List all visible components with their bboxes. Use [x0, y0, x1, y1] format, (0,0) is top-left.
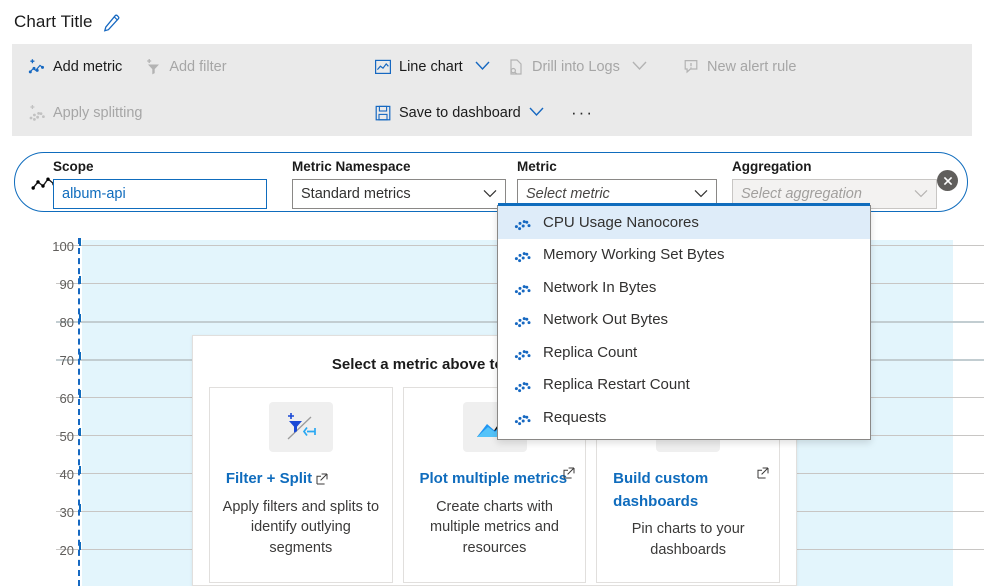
- metric-scatter-icon: [514, 376, 531, 393]
- close-circle-icon[interactable]: [937, 170, 958, 191]
- more-commands-button[interactable]: ···: [563, 99, 602, 127]
- drill-logs-icon: [507, 58, 525, 76]
- y-axis-tick-label: 80: [59, 315, 74, 330]
- apply-splitting-button[interactable]: Apply splitting: [18, 97, 152, 129]
- scope-input[interactable]: album-api: [53, 179, 267, 209]
- pencil-icon[interactable]: [102, 13, 121, 32]
- metric-scatter-icon: [514, 279, 531, 296]
- card-link-label: Build custom dashboards: [613, 470, 709, 510]
- card-link-label: Filter + Split: [225, 470, 313, 487]
- metric-option-label: Replica Count: [543, 343, 638, 361]
- y-axis-tick-label: 90: [59, 277, 74, 292]
- apply-splitting-label: Apply splitting: [53, 105, 143, 121]
- time-marker-dashed-line: [78, 238, 80, 586]
- y-axis-tick-label: 20: [59, 543, 74, 558]
- aggregation-label: Aggregation: [732, 159, 812, 174]
- aggregation-value: Select aggregation: [741, 186, 862, 202]
- save-icon: [374, 104, 392, 122]
- chevron-down-icon: [483, 186, 497, 202]
- metric-scatter-icon: [514, 344, 531, 361]
- new-alert-rule-label: New alert rule: [707, 59, 797, 75]
- add-filter-button[interactable]: Add filter: [134, 51, 236, 83]
- drill-into-logs-label: Drill into Logs: [532, 59, 620, 75]
- add-metric-button[interactable]: Add metric: [18, 51, 132, 83]
- metric-option[interactable]: Replica Restart Count: [498, 369, 870, 402]
- new-alert-rule-button[interactable]: New alert rule: [672, 51, 806, 83]
- metric-option[interactable]: CPU Usage Nanocores: [498, 206, 870, 239]
- line-chart-icon: [374, 58, 392, 76]
- save-to-dashboard-label: Save to dashboard: [399, 105, 521, 121]
- metric-scatter-icon: [514, 246, 531, 263]
- aggregation-field: Aggregation Select aggregation: [732, 158, 937, 209]
- card-link-label: Plot multiple metrics: [419, 470, 568, 487]
- metric-option-label: Requests: [543, 408, 607, 426]
- metric-option[interactable]: Memory Working Set Bytes: [498, 239, 870, 272]
- alert-bell-icon: [682, 58, 700, 76]
- add-filter-label: Add filter: [169, 59, 227, 75]
- y-axis-tick-label: 70: [59, 353, 74, 368]
- add-filter-icon: [144, 58, 162, 76]
- drill-into-logs-button[interactable]: Drill into Logs: [497, 51, 658, 83]
- scope-label: Scope: [53, 159, 94, 174]
- metric-namespace-select[interactable]: Standard metrics: [292, 179, 506, 209]
- metric-namespace-field: Metric Namespace Standard metrics: [292, 158, 506, 209]
- scope-value: album-api: [62, 186, 126, 202]
- y-axis-tick-label: 100: [52, 239, 74, 254]
- metric-namespace-value: Standard metrics: [301, 186, 411, 202]
- chevron-down-icon[interactable]: [631, 59, 648, 75]
- chevron-down-icon[interactable]: [474, 59, 491, 75]
- metric-field: Metric Select metric: [517, 158, 717, 209]
- metric-scatter-icon: [514, 409, 531, 426]
- dropdown-accent-bar: [498, 203, 870, 206]
- chart-type-button[interactable]: Line chart: [364, 51, 501, 83]
- card-link[interactable]: Build custom dashboards: [613, 467, 769, 513]
- y-axis-tick-label: 40: [59, 467, 74, 482]
- card-description: Pin charts to your dashboards: [631, 521, 745, 558]
- metric-option[interactable]: Replica Count: [498, 336, 870, 369]
- metric-option[interactable]: Network Out Bytes: [498, 304, 870, 337]
- external-link-icon: [757, 464, 769, 487]
- y-axis-tick-label: 50: [59, 429, 74, 444]
- metric-label: Metric: [517, 159, 557, 174]
- metric-option-label: Network Out Bytes: [543, 311, 669, 329]
- add-metric-icon: [28, 58, 46, 76]
- chevron-down-icon: [914, 186, 928, 202]
- metric-dropdown-list: CPU Usage Nanocores Memory Working Set B…: [497, 203, 871, 440]
- card-description: Apply filters and splits to identify out…: [222, 498, 380, 556]
- chevron-down-icon: [694, 186, 708, 202]
- add-metric-label: Add metric: [53, 59, 123, 75]
- card-link[interactable]: Filter + Split: [226, 468, 376, 491]
- metric-namespace-label: Metric Namespace: [292, 159, 411, 174]
- external-link-icon: [316, 470, 328, 487]
- metric-option-label: CPU Usage Nanocores: [543, 213, 699, 231]
- metric-option-label: Replica Restart Count: [543, 376, 690, 394]
- metric-value: Select metric: [526, 186, 610, 202]
- metric-option-label: Network In Bytes: [543, 278, 657, 296]
- metric-option[interactable]: Network In Bytes: [498, 271, 870, 304]
- y-axis-tick-label: 60: [59, 391, 74, 406]
- card-link[interactable]: Plot multiple metrics: [419, 467, 575, 491]
- metric-scatter-icon: [514, 214, 531, 231]
- empty-state-card[interactable]: Filter + Split Apply filters and splits …: [209, 387, 393, 583]
- metric-option[interactable]: Requests: [498, 401, 870, 434]
- card-description: Create charts with multiple metrics and …: [430, 498, 559, 556]
- filter-split-icon: [268, 402, 333, 452]
- command-bar: Add metric Add filter Line chart Drill i…: [12, 44, 972, 136]
- scope-field: Scope album-api: [53, 158, 267, 209]
- chart-title-bar: Chart Title: [0, 0, 984, 44]
- y-axis-tick-label: 30: [59, 505, 74, 520]
- page-title: Chart Title: [14, 12, 93, 31]
- save-to-dashboard-button[interactable]: Save to dashboard: [364, 97, 555, 129]
- metric-option-label: Memory Working Set Bytes: [543, 246, 725, 264]
- chevron-down-icon[interactable]: [528, 105, 545, 121]
- chart-type-label: Line chart: [399, 59, 463, 75]
- metric-scatter-icon: [514, 311, 531, 328]
- external-link-icon: [563, 464, 575, 487]
- apply-splitting-icon: [28, 104, 46, 122]
